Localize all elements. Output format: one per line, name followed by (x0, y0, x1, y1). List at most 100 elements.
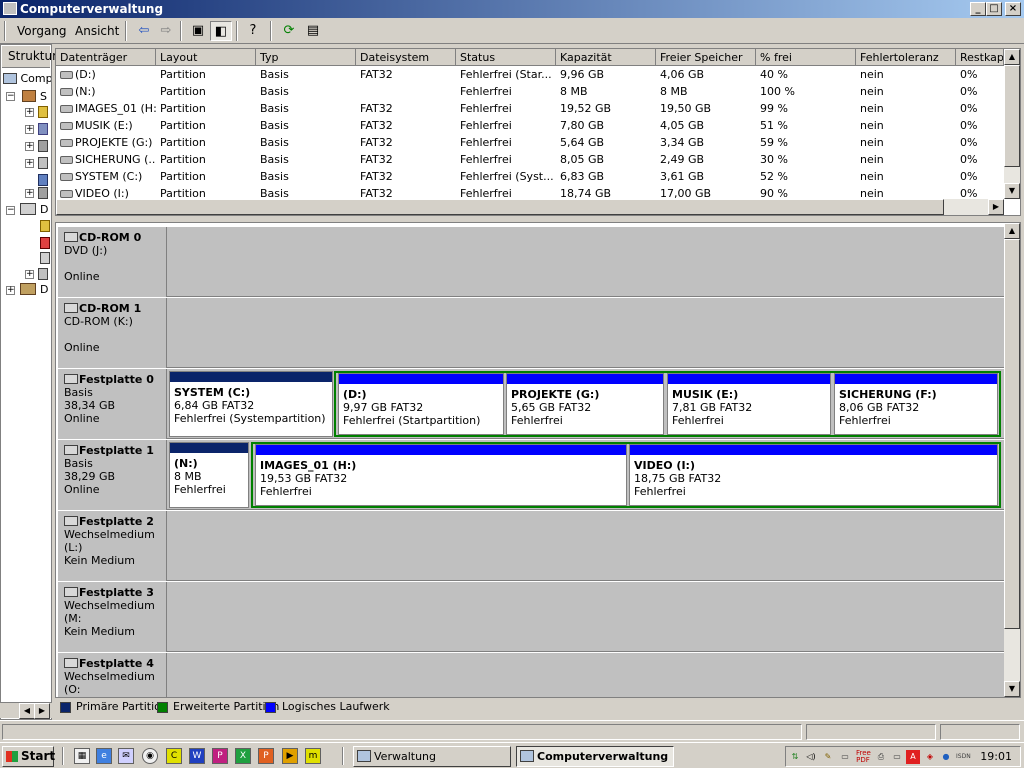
task-computerverwaltung[interactable]: Computerverwaltung (516, 746, 674, 767)
table-cell[interactable]: Fehlerfrei (Star... (456, 66, 556, 83)
tree-expand-icon[interactable]: + (25, 270, 34, 279)
internet-explorer-icon[interactable]: e (96, 748, 112, 764)
list-horizontal-scrollbar[interactable]: ▶ (56, 199, 1004, 215)
tree-expand-icon[interactable]: + (25, 125, 34, 134)
partition-block[interactable]: (D:) 9,97 GB FAT32 Fehlerfrei (Startpartit… (338, 373, 504, 435)
help-icon[interactable]: ? (242, 21, 264, 41)
tree-item-system[interactable]: S (40, 90, 47, 103)
menu-vorgang[interactable]: Vorgang (17, 24, 67, 38)
partition-block[interactable]: MUSIK (E:) 7,81 GB FAT32 Fehlerfrei (667, 373, 831, 435)
table-cell[interactable]: Fehlerfrei (456, 83, 556, 100)
tree-item-dienste[interactable]: D (40, 283, 48, 296)
table-cell[interactable]: 7,80 GB (556, 117, 656, 134)
table-cell[interactable]: 51 % (756, 117, 856, 134)
table-cell[interactable]: nein (856, 151, 956, 168)
scroll-up-button[interactable]: ▲ (1004, 49, 1020, 65)
table-cell[interactable]: 0% (956, 168, 1004, 185)
table-cell[interactable]: 3,61 GB (656, 168, 756, 185)
refresh-icon[interactable]: ⟳ (278, 21, 300, 41)
table-cell[interactable]: 99 % (756, 100, 856, 117)
scanner-icon[interactable]: ▭ (838, 750, 852, 764)
scroll-left-button[interactable]: ◀ (19, 703, 35, 719)
table-cell[interactable]: 19,52 GB (556, 100, 656, 117)
tree-horizontal-scrollbar[interactable]: ◀ ▶ (0, 702, 52, 719)
table-cell[interactable]: Fehlerfrei (Syst... (456, 168, 556, 185)
table-cell[interactable]: 5,64 GB (556, 134, 656, 151)
disk-vertical-scrollbar[interactable]: ▲ ▼ (1004, 223, 1020, 697)
disk-row[interactable]: CD-ROM 0 DVD (J:) Online (58, 227, 1004, 297)
powerpoint-icon[interactable]: P (258, 748, 274, 764)
scroll-up-button[interactable]: ▲ (1004, 223, 1020, 239)
table-cell[interactable]: FAT32 (356, 66, 456, 83)
show-hide-tree-icon[interactable]: ◧ (210, 21, 232, 41)
table-cell[interactable]: Partition (156, 168, 256, 185)
table-cell[interactable]: Partition (156, 100, 256, 117)
column-header-datentraeger[interactable]: Datenträger (56, 49, 156, 66)
back-arrow-icon[interactable]: ⇦ (133, 21, 155, 41)
title-bar[interactable]: Computerverwaltung _ □ × (0, 0, 1024, 18)
volume-name-cell[interactable]: IMAGES_01 (H:) (56, 100, 156, 117)
partition-block[interactable]: (N:) 8 MB Fehlerfrei (169, 442, 249, 508)
disk-label[interactable]: Festplatte 4 Wechselmedium (O: (58, 653, 167, 697)
table-cell[interactable]: FAT32 (356, 151, 456, 168)
menu-ansicht[interactable]: Ansicht (75, 24, 119, 38)
volume-name-cell[interactable]: SYSTEM (C:) (56, 168, 156, 185)
disk-label[interactable]: CD-ROM 0 DVD (J:) Online (58, 227, 167, 297)
column-header-dateisystem[interactable]: Dateisystem (356, 49, 456, 66)
table-cell[interactable]: 59 % (756, 134, 856, 151)
table-cell[interactable] (356, 83, 456, 100)
column-header-kapazitaet[interactable]: Kapazität (556, 49, 656, 66)
cd-player-icon[interactable]: ◉ (142, 748, 158, 764)
partition-block[interactable]: IMAGES_01 (H:) 19,53 GB FAT32 Fehlerfrei (255, 444, 627, 506)
table-cell[interactable]: nein (856, 168, 956, 185)
volume-name-cell[interactable]: SICHERUNG (... (56, 151, 156, 168)
table-cell[interactable]: 100 % (756, 83, 856, 100)
network-icon[interactable]: ⇅ (788, 750, 802, 764)
tree-item-datenspeicher[interactable]: D (40, 203, 48, 216)
volume-name-cell[interactable]: MUSIK (E:) (56, 117, 156, 134)
column-header-layout[interactable]: Layout (156, 49, 256, 66)
tree-expand-icon[interactable]: + (25, 142, 34, 151)
table-cell[interactable]: nein (856, 100, 956, 117)
excel-icon[interactable]: X (235, 748, 251, 764)
table-cell[interactable]: 40 % (756, 66, 856, 83)
table-cell[interactable]: 0% (956, 83, 1004, 100)
media-player-icon[interactable]: ▶ (282, 748, 298, 764)
table-cell[interactable]: 0% (956, 134, 1004, 151)
column-header-fehlertoleranz[interactable]: Fehlertoleranz (856, 49, 956, 66)
disk-row[interactable]: Festplatte 2 Wechselmedium (L:) Kein Mediu… (58, 511, 1004, 581)
printer-icon[interactable]: ⎙ (874, 750, 888, 764)
tree-expand-icon[interactable]: + (25, 189, 34, 198)
tree-root[interactable]: Comp (3, 72, 51, 86)
partition-block[interactable]: VIDEO (I:) 18,75 GB FAT32 Fehlerfrei (629, 444, 998, 506)
scroll-thumb[interactable] (1004, 239, 1020, 629)
table-cell[interactable]: Fehlerfrei (456, 134, 556, 151)
table-cell[interactable]: Basis (256, 151, 356, 168)
table-cell[interactable]: 8,05 GB (556, 151, 656, 168)
table-cell[interactable]: Basis (256, 66, 356, 83)
table-cell[interactable]: 4,05 GB (656, 117, 756, 134)
task-verwaltung[interactable]: Verwaltung (353, 746, 511, 767)
table-cell[interactable]: Partition (156, 151, 256, 168)
table-cell[interactable]: nein (856, 134, 956, 151)
table-cell[interactable]: FAT32 (356, 117, 456, 134)
up-folder-icon[interactable]: ▣ (187, 21, 209, 41)
disk-row[interactable]: Festplatte 4 Wechselmedium (O: (58, 653, 1004, 697)
table-cell[interactable]: nein (856, 83, 956, 100)
table-cell[interactable]: Fehlerfrei (456, 117, 556, 134)
launcher-icon[interactable]: C (166, 748, 182, 764)
disk-row[interactable]: CD-ROM 1 CD-ROM (K:) Online (58, 298, 1004, 368)
pen-icon[interactable]: ✎ (821, 750, 835, 764)
table-cell[interactable]: 52 % (756, 168, 856, 185)
column-header-freier-speicher[interactable]: Freier Speicher (656, 49, 756, 66)
table-cell[interactable]: Partition (156, 134, 256, 151)
table-cell[interactable]: Basis (256, 168, 356, 185)
table-cell[interactable]: nein (856, 66, 956, 83)
tree-expand-icon[interactable]: + (25, 159, 34, 168)
table-cell[interactable]: FAT32 (356, 134, 456, 151)
clock[interactable]: 19:01 (980, 750, 1012, 763)
table-cell[interactable]: 0% (956, 151, 1004, 168)
partition-block[interactable]: PROJEKTE (G:) 5,65 GB FAT32 Fehlerfrei (506, 373, 664, 435)
table-cell[interactable]: 2,49 GB (656, 151, 756, 168)
table-cell[interactable]: 8 MB (556, 83, 656, 100)
